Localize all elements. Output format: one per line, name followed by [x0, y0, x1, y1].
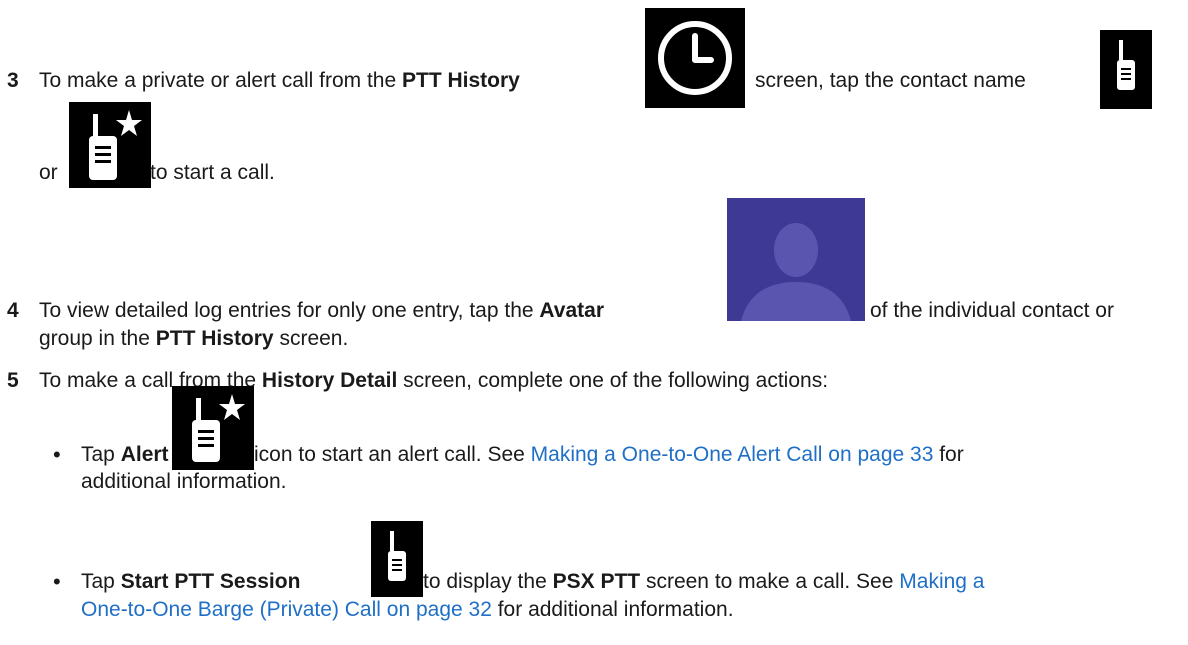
avatar-label: Avatar [539, 299, 604, 322]
bullet-text: additional information. [81, 470, 287, 493]
ptt-history-label: PTT History [401, 69, 520, 92]
history-detail-label: History Detail [261, 369, 398, 392]
text: screen to make a call. See [640, 570, 900, 593]
bullet-text: Tap Alert [81, 442, 169, 468]
step-text: To view detailed log entries for only on… [39, 298, 604, 324]
text: screen, complete one of the following ac… [397, 369, 829, 392]
step-number: 4 [7, 299, 19, 322]
step-text: of the individual contact or [870, 299, 1114, 322]
step-text: To make a private or alert call from the… [39, 68, 520, 94]
start-ptt-session-label: Start PTT Session [120, 570, 301, 593]
alert-label: Alert [120, 443, 169, 466]
step-text: to start a call. [150, 161, 275, 184]
bullet-text: icon to start an alert call. See Making … [254, 442, 964, 468]
alert-call-link[interactable]: Making a One-to-One Alert Call on page 3… [531, 443, 934, 466]
text: Tap [81, 570, 121, 593]
text: To view detailed log entries for only on… [39, 299, 540, 322]
step-text: screen, tap the contact name [755, 69, 1026, 92]
text: for [933, 443, 964, 466]
step-text: group in the PTT History screen. [39, 326, 348, 352]
radio-alert-icon [172, 386, 254, 470]
text: for additional information. [491, 598, 734, 621]
psx-ptt-label: PSX PTT [552, 570, 641, 593]
bullet-text: One-to-One Barge (Private) Call on page … [81, 597, 734, 623]
avatar-icon [727, 198, 865, 321]
bullet-text: to display the PSX PTT screen to make a … [423, 569, 984, 595]
text: To make a private or alert call from the [39, 69, 402, 92]
radio-alert-icon [69, 102, 151, 188]
step-number: 3 [7, 69, 19, 92]
barge-call-link-part2[interactable]: One-to-One Barge (Private) Call on page … [81, 598, 492, 621]
text: group in the [39, 327, 156, 350]
text: icon to start an alert call. See [254, 443, 531, 466]
step-text: or [39, 161, 58, 184]
bullet-text: Tap Start PTT Session [81, 569, 300, 595]
barge-call-link-part1[interactable]: Making a [899, 570, 984, 593]
step-text: To make a call from the History Detail s… [39, 368, 828, 394]
clock-icon [645, 8, 745, 108]
text: screen. [273, 327, 349, 350]
text: Tap [81, 443, 121, 466]
text: to display the [423, 570, 553, 593]
bullet: • [53, 442, 61, 467]
radio-icon [1100, 30, 1152, 109]
step-number: 5 [7, 369, 19, 392]
radio-icon [371, 521, 423, 597]
ptt-history-label: PTT History [155, 327, 274, 350]
bullet: • [53, 569, 61, 594]
